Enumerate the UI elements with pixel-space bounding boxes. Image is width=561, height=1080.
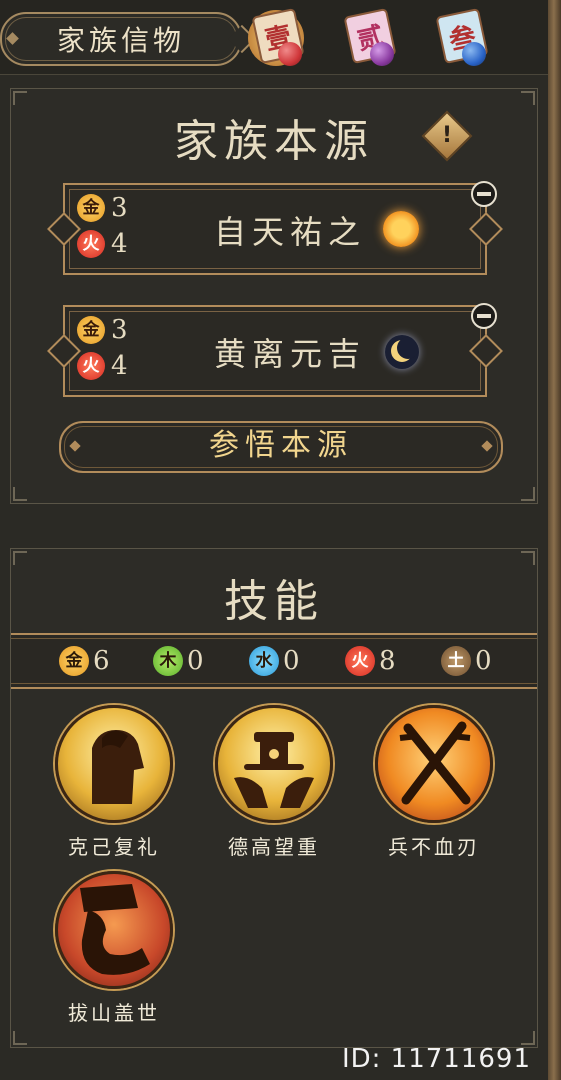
arm-lifting-stone-icon <box>55 871 173 989</box>
tab-token-1[interactable]: 壹 <box>246 7 308 70</box>
hands-holding-hat-icon <box>215 705 333 823</box>
wood-count: 木 0 <box>153 646 204 676</box>
tab-token-2[interactable]: 贰 <box>338 7 400 70</box>
sun-icon <box>383 211 419 247</box>
element-fire-count: 火 4 <box>77 351 128 381</box>
metal-count: 金 6 <box>59 646 110 676</box>
crossed-swords-icon <box>375 705 493 823</box>
token-ball-icon <box>462 42 486 66</box>
user-id: ID: 11711691 <box>341 1044 531 1074</box>
element-fire-count: 火 4 <box>77 229 128 259</box>
token-ball-icon <box>278 42 302 66</box>
source-name: 自天祐之 <box>213 213 366 251</box>
water-count: 水 0 <box>249 646 300 676</box>
earth-count: 土 0 <box>441 646 492 676</box>
family-token-title: 家族信物 <box>0 12 257 66</box>
skills-title: 技能 <box>224 576 324 627</box>
element-metal-count: 金 3 <box>77 315 128 345</box>
family-source-panel: 家族本源 ! 金 3 火 4 自天祐之 金 3 火 4 黄离元吉 参悟本源 <box>10 88 538 504</box>
family-token-label: 家族信物 <box>56 24 185 57</box>
element-metal-count: 金 3 <box>77 193 128 223</box>
remove-source-button[interactable] <box>471 181 497 207</box>
source-slot-1[interactable]: 金 3 火 4 自天祐之 <box>47 181 503 275</box>
token-ball-icon <box>370 42 394 66</box>
moon-icon <box>385 335 419 369</box>
ornament-icon <box>6 32 19 45</box>
skill-item[interactable]: 兵不血刃 <box>369 705 499 860</box>
source-name: 黄离元吉 <box>213 335 366 373</box>
element-count-bar: 金 6 木 0 水 0 火 8 土 0 <box>11 633 537 689</box>
skill-item[interactable]: 拔山盖世 <box>49 871 179 1026</box>
skill-item[interactable]: 克己复礼 <box>49 705 179 860</box>
remove-source-button[interactable] <box>471 303 497 329</box>
skill-item[interactable]: 德高望重 <box>209 705 339 860</box>
skills-panel: 技能 金 6 木 0 水 0 火 8 土 0 克己复礼 德高望重 兵不血刃 拔山… <box>10 548 538 1048</box>
tab-token-3[interactable]: 叁 <box>430 7 492 70</box>
bowing-figure-icon <box>55 705 173 823</box>
fire-count: 火 8 <box>345 646 396 676</box>
comprehend-source-button[interactable]: 参悟本源 <box>59 421 503 473</box>
top-tab-bar: 家族信物 壹 贰 叁 <box>0 0 548 75</box>
frame-edge <box>548 0 561 1080</box>
source-slot-2[interactable]: 金 3 火 4 黄离元吉 <box>47 303 503 397</box>
